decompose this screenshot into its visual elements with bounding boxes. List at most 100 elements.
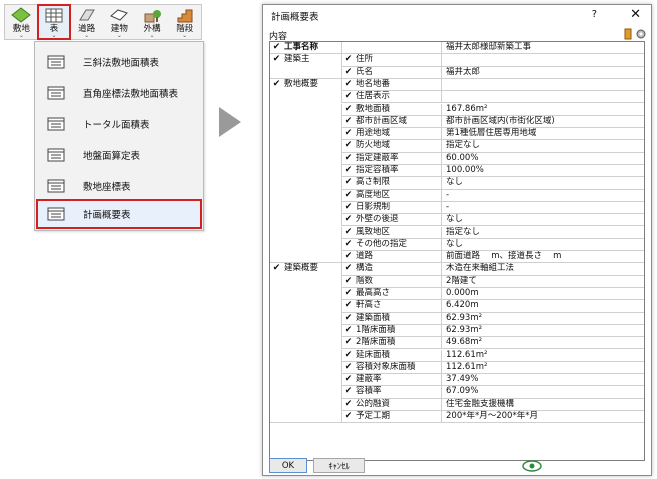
- checkmark-icon[interactable]: ✔: [344, 300, 353, 311]
- checkmark-icon[interactable]: ✔: [272, 42, 281, 53]
- checkmark-icon[interactable]: ✔: [344, 128, 353, 139]
- item-cell[interactable]: ✔ 公的融資: [342, 398, 442, 411]
- checkmark-icon[interactable]: ✔: [344, 177, 353, 188]
- value-cell[interactable]: [442, 91, 644, 104]
- menu-item-coordinate-area[interactable]: 直角座標法敷地面積表: [37, 79, 201, 107]
- value-cell[interactable]: 福井太郎: [442, 67, 644, 79]
- checkmark-icon[interactable]: ✔: [344, 214, 353, 225]
- value-cell[interactable]: 200*年*月～200*年*月: [442, 411, 644, 424]
- value-cell[interactable]: 6.420m: [442, 300, 644, 313]
- checkmark-icon[interactable]: ✔: [344, 313, 353, 324]
- group-cell[interactable]: ✔ 建築概要: [270, 263, 342, 276]
- checkmark-icon[interactable]: ✔: [344, 54, 353, 65]
- item-cell[interactable]: ✔ 住所: [342, 54, 442, 67]
- value-cell[interactable]: 住宅金融支援機構: [442, 399, 644, 411]
- item-cell[interactable]: ✔ 都市計画区域: [342, 115, 442, 129]
- checkmark-icon[interactable]: ✔: [344, 325, 353, 336]
- checkmark-icon[interactable]: ✔: [344, 399, 353, 410]
- checkmark-icon[interactable]: ✔: [344, 411, 353, 422]
- checkmark-icon[interactable]: ✔: [344, 374, 353, 385]
- value-cell[interactable]: 指定なし: [442, 140, 644, 153]
- table-button[interactable]: 表 ⌄: [36, 4, 72, 40]
- checkmark-icon[interactable]: ✔: [344, 263, 353, 274]
- stairs-button[interactable]: 階段 ⌄: [168, 5, 201, 39]
- item-cell[interactable]: ✔ 1階床面積: [342, 324, 442, 338]
- value-cell[interactable]: 167.86m²: [442, 104, 644, 116]
- item-cell[interactable]: ✔ 高さ制限: [342, 177, 442, 190]
- checkmark-icon[interactable]: ✔: [272, 79, 281, 91]
- item-cell[interactable]: ✔ 日影規制: [342, 201, 442, 215]
- value-cell[interactable]: 60.00%: [442, 153, 644, 165]
- item-cell[interactable]: ✔ 住居表示: [342, 91, 442, 104]
- value-cell[interactable]: なし: [442, 177, 644, 190]
- value-cell[interactable]: 100.00%: [442, 165, 644, 178]
- item-cell[interactable]: ✔ 敷地面積: [342, 103, 442, 116]
- dialog-titlebar[interactable]: 計画概要表 ? ✕: [263, 5, 651, 27]
- group-cell[interactable]: ✔ 敷地概要: [270, 78, 342, 92]
- item-cell[interactable]: ✔ 高度地区: [342, 189, 442, 202]
- value-cell[interactable]: 前面道路 m、接道長さ m: [442, 251, 644, 264]
- item-cell[interactable]: ✔ 指定建蔽率: [342, 152, 442, 165]
- item-cell[interactable]: ✔ 外壁の後退: [342, 214, 442, 227]
- building-button[interactable]: 建物 ⌄: [103, 5, 136, 39]
- menu-item-plan-summary[interactable]: 計画概要表: [36, 199, 202, 229]
- checkmark-icon[interactable]: ✔: [344, 386, 353, 397]
- checkmark-icon[interactable]: ✔: [344, 202, 353, 213]
- checkmark-icon[interactable]: ✔: [272, 263, 281, 275]
- value-cell[interactable]: 67.09%: [442, 386, 644, 399]
- value-cell[interactable]: なし: [442, 214, 644, 227]
- value-cell[interactable]: 0.000m: [442, 288, 644, 301]
- item-cell[interactable]: ✔ 建蔽率: [342, 374, 442, 387]
- checkmark-icon[interactable]: ✔: [344, 79, 353, 90]
- item-cell[interactable]: ✔ 容積率: [342, 386, 442, 399]
- menu-item-triangle-area[interactable]: 三斜法敷地面積表: [37, 48, 201, 76]
- item-cell[interactable]: ✔ 軒高さ: [342, 300, 442, 313]
- checkmark-icon[interactable]: ✔: [344, 67, 353, 78]
- checkmark-icon[interactable]: ✔: [272, 54, 281, 66]
- checkmark-icon[interactable]: ✔: [344, 104, 353, 115]
- value-cell[interactable]: -: [442, 202, 644, 215]
- preview-eye-icon[interactable]: [521, 459, 543, 473]
- checkmark-icon[interactable]: ✔: [344, 239, 353, 250]
- checkmark-icon[interactable]: ✔: [344, 276, 353, 287]
- road-button[interactable]: 道路 ⌄: [70, 5, 103, 39]
- item-cell[interactable]: ✔ その他の指定: [342, 238, 442, 252]
- item-cell[interactable]: ✔ 最高高さ: [342, 288, 442, 301]
- item-cell[interactable]: ✔ 2階床面積: [342, 337, 442, 350]
- pencil-icon[interactable]: [623, 28, 633, 40]
- item-cell[interactable]: ✔ 氏名: [342, 66, 442, 79]
- checkmark-icon[interactable]: ✔: [344, 288, 353, 299]
- gear-icon[interactable]: [635, 28, 647, 40]
- item-cell[interactable]: ✔ 地名地番: [342, 78, 442, 92]
- checkmark-icon[interactable]: ✔: [344, 362, 353, 373]
- value-cell[interactable]: 指定なし: [442, 227, 644, 239]
- item-cell[interactable]: ✔ 建築面積: [342, 312, 442, 325]
- value-cell[interactable]: 都市計画区域内(市街化区域): [442, 116, 644, 129]
- item-cell[interactable]: ✔ 防火地域: [342, 140, 442, 153]
- checkmark-icon[interactable]: ✔: [344, 165, 353, 176]
- checkmark-icon[interactable]: ✔: [344, 251, 353, 262]
- cancel-button[interactable]: ｷｬﾝｾﾙ: [313, 458, 365, 473]
- help-button[interactable]: ?: [592, 9, 597, 20]
- group-cell[interactable]: ✔ 工事名称: [270, 42, 342, 55]
- value-cell[interactable]: -: [442, 190, 644, 202]
- menu-item-total-area[interactable]: トータル面積表: [37, 110, 201, 138]
- menu-item-site-coordinates[interactable]: 敷地座標表: [37, 172, 201, 200]
- value-cell[interactable]: 49.68m²: [442, 337, 644, 350]
- group-cell[interactable]: ✔ 建築主: [270, 54, 342, 67]
- item-cell[interactable]: ✔ 延床面積: [342, 349, 442, 362]
- value-cell[interactable]: 木造在来軸組工法: [442, 263, 644, 276]
- item-cell[interactable]: ✔ 予定工期: [342, 411, 442, 424]
- checkmark-icon[interactable]: ✔: [344, 153, 353, 164]
- value-cell[interactable]: 62.93m²: [442, 325, 644, 338]
- value-cell[interactable]: 112.61m²: [442, 350, 644, 362]
- checkmark-icon[interactable]: ✔: [344, 91, 353, 102]
- value-cell[interactable]: 112.61m²: [442, 362, 644, 375]
- value-cell[interactable]: [442, 54, 644, 67]
- checkmark-icon[interactable]: ✔: [344, 116, 353, 127]
- exterior-button[interactable]: 外構 ⌄: [136, 5, 169, 39]
- checkmark-icon[interactable]: ✔: [344, 337, 353, 348]
- checkmark-icon[interactable]: ✔: [344, 227, 353, 238]
- menu-item-ground-level[interactable]: 地盤面算定表: [37, 141, 201, 169]
- item-cell[interactable]: ✔ 指定容積率: [342, 165, 442, 178]
